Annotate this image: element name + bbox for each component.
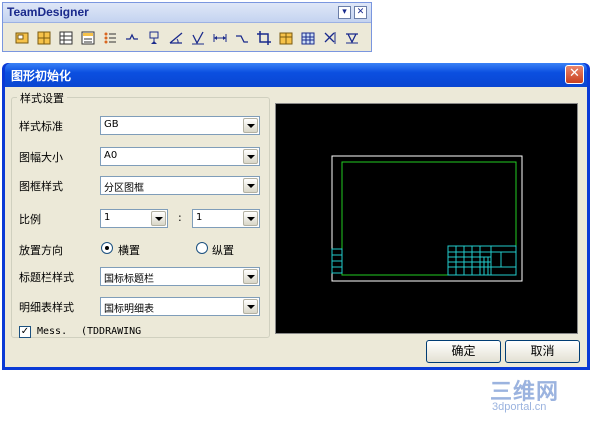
scale-separator: : <box>178 211 182 224</box>
parts-list-value: 国标明细表 <box>104 304 154 315</box>
dialog-body: 样式设置 样式标准 GB 图幅大小 A0 图框样式 分区图框 比例 1 : 1 … <box>5 87 587 367</box>
paper-size-select[interactable]: A0 <box>100 147 260 166</box>
chevron-down-icon[interactable] <box>243 299 258 314</box>
parts-list-select[interactable]: 国标明细表 <box>100 297 260 316</box>
chevron-down-icon[interactable] <box>243 211 258 226</box>
toolbar-menu-button[interactable]: ▾ <box>338 6 351 19</box>
dimension-icon[interactable] <box>209 28 230 48</box>
close-button[interactable]: ✕ <box>565 65 584 84</box>
scale-right-value: 1 <box>196 212 203 223</box>
chevron-down-icon[interactable] <box>243 149 258 164</box>
title-block-value: 国标标题栏 <box>104 274 154 285</box>
tddrawing-text: (TDDRAWING <box>81 326 142 337</box>
block-icon[interactable] <box>275 28 296 48</box>
portrait-label[interactable]: 纵置 <box>212 242 234 258</box>
frame-icon[interactable] <box>11 28 32 48</box>
portrait-radio[interactable] <box>196 242 208 254</box>
teamdesigner-toolbar: TeamDesigner ▾ ✕ <box>2 2 372 52</box>
dialog-title: 图形初始化 <box>11 69 72 83</box>
dialog-titlebar[interactable]: 图形初始化 ✕ <box>5 63 587 87</box>
watermark-url: 3dportal.cn <box>492 401 547 413</box>
style-standard-value: GB <box>104 119 119 130</box>
mess-checkbox[interactable]: ✓ <box>19 326 31 338</box>
scale-left-select[interactable]: 1 <box>100 209 168 228</box>
toolbar-titlebar[interactable]: TeamDesigner ▾ ✕ <box>3 3 371 23</box>
scale-left-value: 1 <box>104 212 111 223</box>
frame-style-value: 分区图框 <box>104 183 144 194</box>
title-block-select[interactable]: 国标标题栏 <box>100 267 260 286</box>
weld-symbol-icon[interactable] <box>121 28 142 48</box>
angle-icon[interactable] <box>165 28 186 48</box>
chevron-down-icon[interactable] <box>243 178 258 193</box>
drawing-preview <box>275 103 578 334</box>
drawing-frame <box>341 161 517 276</box>
chevron-down-icon[interactable] <box>151 211 166 226</box>
watermark-logo: 三维网 3dportal.cn <box>490 374 590 420</box>
toolbar-close-button[interactable]: ✕ <box>354 6 367 19</box>
sheet-outline <box>331 155 523 282</box>
surface-finish-icon[interactable] <box>187 28 208 48</box>
scale-right-select[interactable]: 1 <box>192 209 260 228</box>
grid-icon[interactable] <box>33 28 54 48</box>
toolbar-icon-row <box>11 28 362 50</box>
cut-icon[interactable] <box>319 28 340 48</box>
parts-list-label: 明细表样式 <box>19 301 74 314</box>
paper-size-label: 图幅大小 <box>19 151 63 164</box>
paper-size-value: A0 <box>104 150 118 161</box>
toolbar-title: TeamDesigner <box>7 5 89 19</box>
ok-button[interactable]: 确定 <box>426 340 501 363</box>
crop-icon[interactable] <box>253 28 274 48</box>
group-title: 样式设置 <box>17 90 67 106</box>
bullet-list-icon[interactable] <box>99 28 120 48</box>
style-standard-label: 样式标准 <box>19 120 63 133</box>
chevron-down-icon[interactable] <box>243 118 258 133</box>
style-standard-select[interactable]: GB <box>100 116 260 135</box>
table-icon[interactable] <box>55 28 76 48</box>
preview-sheet-drawing <box>331 155 523 282</box>
chevron-down-icon[interactable] <box>243 269 258 284</box>
landscape-radio[interactable] <box>101 242 113 254</box>
title-block-label: 标题栏样式 <box>19 271 74 284</box>
table-grid-icon[interactable] <box>297 28 318 48</box>
landscape-label[interactable]: 横置 <box>118 242 140 258</box>
tolerance-icon[interactable] <box>341 28 362 48</box>
cancel-button[interactable]: 取消 <box>505 340 580 363</box>
scale-label: 比例 <box>19 213 41 226</box>
leader-icon[interactable] <box>231 28 252 48</box>
graphic-init-dialog: 图形初始化 ✕ 样式设置 样式标准 GB 图幅大小 A0 图框样式 分区图框 比… <box>2 63 590 370</box>
zone-markers <box>331 248 343 274</box>
title-block <box>447 245 517 276</box>
mess-checkbox-label[interactable]: Mess. <box>37 326 67 337</box>
frame-style-label: 图框样式 <box>19 180 63 193</box>
datum-icon[interactable] <box>143 28 164 48</box>
orientation-label: 放置方向 <box>19 244 63 257</box>
list-icon[interactable] <box>77 28 98 48</box>
frame-style-select[interactable]: 分区图框 <box>100 176 260 195</box>
